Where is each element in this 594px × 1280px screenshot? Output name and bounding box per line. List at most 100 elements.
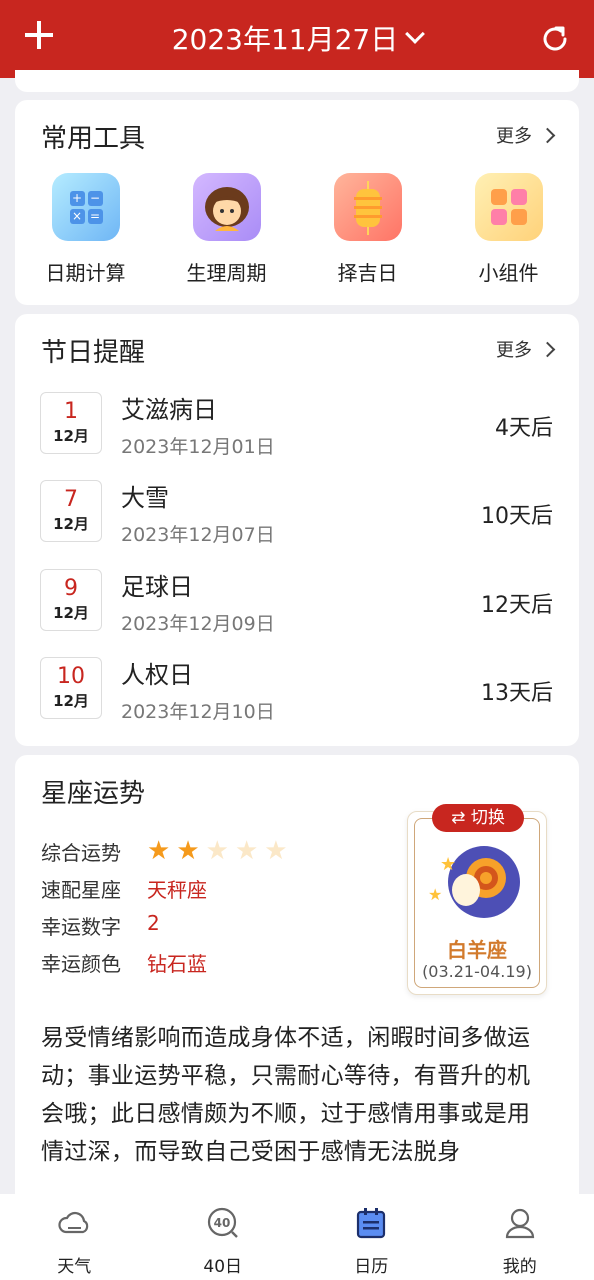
tab-weather[interactable]: 天气	[0, 1194, 149, 1280]
tab-calendar[interactable]: 日历	[297, 1194, 446, 1280]
holiday-date: 2023年12月09日	[121, 613, 275, 635]
profile-icon	[505, 1208, 534, 1239]
tab-40-day[interactable]: 40 40日	[149, 1194, 298, 1280]
horoscope-card: 星座运势 综合运势 ★ ★ ★ ★ ★ 速配星座 天秤座 幸运数字 2 幸运颜色 钻石蓝…	[15, 755, 579, 1225]
star-empty-icon: ★	[264, 836, 288, 866]
holiday-item[interactable]: 1 12月 艾滋病日 2023年12月01日 4天后	[15, 392, 579, 480]
badge-month: 12月	[53, 604, 89, 622]
calculator-icon: + − × =	[51, 173, 120, 241]
overall-fortune-row: 综合运势 ★ ★ ★ ★ ★	[41, 837, 288, 866]
holiday-item[interactable]: 9 12月 足球日 2023年12月09日 12天后	[15, 569, 579, 657]
tab-profile[interactable]: 我的	[446, 1194, 594, 1280]
number-label: 幸运数字	[41, 915, 121, 939]
svg-text:★: ★	[440, 854, 456, 875]
tools-title: 常用工具	[41, 124, 146, 154]
fortune-description: 易受情绪影响而造成身体不适，闲暇时间多做运动；事业运势平稳，只需耐心等待，有晋升…	[41, 1025, 531, 1165]
widget-puzzle-icon	[474, 173, 543, 241]
holiday-date: 2023年12月01日	[121, 436, 275, 458]
more-label: 更多	[496, 126, 532, 147]
holiday-item[interactable]: 7 12月 大雪 2023年12月07日 10天后	[15, 480, 579, 568]
switch-sign-button[interactable]: ⇄ 切换	[432, 804, 524, 832]
badge-day: 1	[64, 399, 78, 424]
switch-label: 切换	[470, 808, 505, 828]
holiday-date: 2023年12月07日	[121, 524, 275, 546]
calc-glyph: =	[87, 209, 103, 224]
date-selector[interactable]: 2023年11月27日	[0, 20, 594, 60]
days-remaining: 12天后	[481, 593, 553, 618]
more-label: 更多	[496, 340, 532, 361]
chevron-down-icon	[405, 24, 426, 44]
tab-label: 我的	[502, 1257, 537, 1277]
weather-cloud-icon	[58, 1211, 89, 1234]
color-label: 幸运颜色	[41, 952, 121, 976]
star-filled-icon: ★	[147, 836, 171, 866]
holiday-date: 2023年12月10日	[121, 701, 275, 723]
badge-month: 12月	[53, 692, 89, 710]
tab-label: 日历	[354, 1257, 389, 1277]
tool-period[interactable]: 生理周期	[156, 173, 297, 286]
days-remaining: 4天后	[495, 416, 553, 441]
zodiac-sign-card[interactable]: ⇄ 切换 ★ ★ 白羊座 (03.21-04.19)	[407, 804, 547, 995]
tab-label: 天气	[57, 1257, 92, 1277]
svg-text:★: ★	[428, 885, 442, 904]
holiday-name: 艾滋病日	[121, 396, 217, 424]
overall-label: 综合运势	[41, 841, 121, 865]
days-remaining: 13天后	[481, 681, 553, 706]
number-value: 2	[147, 911, 160, 935]
match-value: 天秤座	[147, 878, 207, 902]
star-filled-icon: ★	[176, 836, 200, 866]
tool-date-calc[interactable]: + − × = 日期计算	[15, 173, 156, 286]
calendar-icon	[357, 1208, 386, 1239]
lucky-number-row: 幸运数字 2	[41, 911, 160, 940]
previous-card-bottom	[15, 70, 579, 92]
aries-ram-icon: ★ ★	[428, 846, 520, 918]
holiday-card: 节日提醒 更多 1 12月 艾滋病日 2023年12月01日 4天后 7 12月…	[15, 314, 579, 746]
chevron-right-icon	[539, 341, 556, 357]
badge-day: 7	[64, 487, 78, 512]
forty-day-mark: 40	[213, 1216, 230, 1230]
holiday-name: 人权日	[121, 661, 193, 689]
holiday-item[interactable]: 10 12月 人权日 2023年12月10日 13天后	[15, 657, 579, 745]
lucky-color-row: 幸运颜色 钻石蓝	[41, 948, 207, 977]
tools-grid: + − × = 日期计算 生理周期 择吉日 小组件	[15, 173, 579, 286]
holiday-name: 足球日	[121, 573, 193, 601]
calc-glyph: ×	[69, 209, 85, 224]
badge-day: 9	[64, 576, 78, 601]
tool-label: 小组件	[478, 261, 539, 285]
top-bar: 2023年11月27日	[0, 0, 594, 78]
calendar-date-badge: 9 12月	[40, 569, 102, 631]
holiday-title: 节日提醒	[41, 338, 146, 368]
calendar-date-badge: 7 12月	[40, 480, 102, 542]
lantern-icon	[333, 173, 402, 241]
rating-stars: ★ ★ ★ ★ ★	[147, 836, 288, 866]
badge-day: 10	[57, 664, 85, 689]
badge-month: 12月	[53, 515, 89, 533]
calc-glyph: +	[69, 191, 85, 206]
badge-month: 12月	[53, 427, 89, 445]
bottom-tab-bar: 天气 40 40日 日历 我的	[0, 1194, 594, 1280]
match-sign-row: 速配星座 天秤座	[41, 874, 207, 903]
calendar-date-badge: 1 12月	[40, 392, 102, 454]
chevron-right-icon	[539, 127, 556, 143]
tools-card: 常用工具 更多 + − × = 日期计算 生理周期 择吉日 小组件	[15, 100, 579, 305]
sign-date-range: (03.21-04.19)	[422, 962, 532, 981]
holiday-name: 大雪	[121, 484, 169, 512]
tools-more-link[interactable]: 更多	[496, 122, 556, 148]
tool-widget[interactable]: 小组件	[438, 173, 579, 286]
star-empty-icon: ★	[234, 836, 259, 866]
days-remaining: 10天后	[481, 504, 553, 529]
tool-lucky-day[interactable]: 择吉日	[297, 173, 438, 286]
tool-label: 择吉日	[337, 261, 398, 285]
sign-name: 白羊座	[447, 938, 507, 962]
forty-day-icon: 40	[207, 1207, 238, 1238]
color-value: 钻石蓝	[147, 952, 207, 976]
date-title: 2023年11月27日	[171, 23, 399, 56]
tab-label: 40日	[203, 1257, 243, 1277]
horoscope-title: 星座运势	[41, 779, 146, 809]
refresh-icon[interactable]	[538, 22, 572, 56]
calc-glyph: −	[87, 191, 103, 206]
holiday-more-link[interactable]: 更多	[496, 336, 556, 362]
period-avatar-icon	[192, 173, 261, 241]
tool-label: 生理周期	[186, 261, 267, 285]
tool-label: 日期计算	[45, 261, 126, 285]
